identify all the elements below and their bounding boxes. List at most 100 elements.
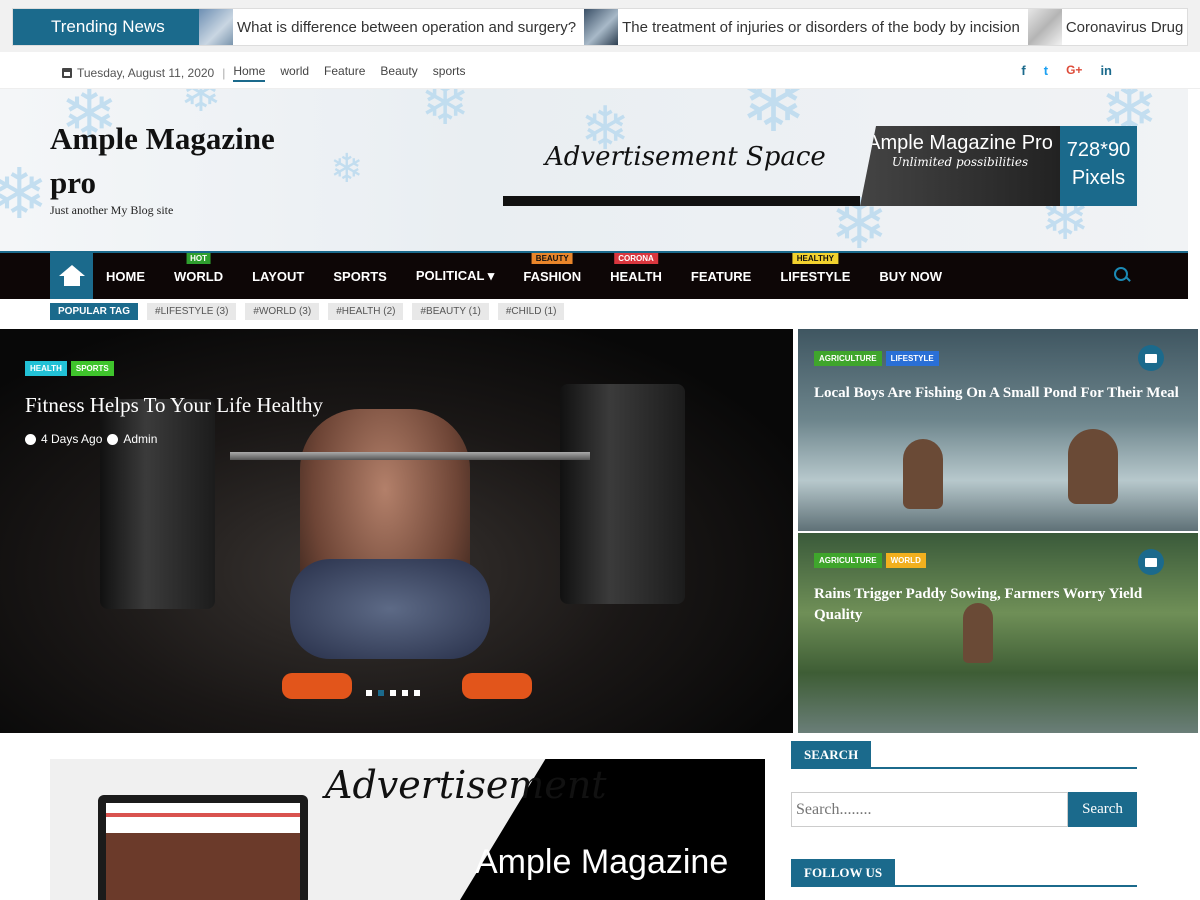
trending-item-text[interactable]: What is difference between operation and… [237, 19, 576, 36]
hero-image-plate [560, 384, 685, 604]
top-link-beauty[interactable]: Beauty [380, 64, 417, 82]
nav-item-label: HEALTH [610, 268, 662, 284]
nav-item-buy-now[interactable]: BUY NOW [879, 269, 942, 284]
side-card[interactable]: AGRICULTURE WORLD Rains Trigger Paddy So… [798, 533, 1198, 733]
trending-thumbnail[interactable] [1027, 9, 1062, 45]
nav-item-label: POLITICAL ▾ [415, 268, 495, 283]
ad-underline [503, 196, 860, 206]
trending-thumbnail[interactable] [199, 9, 233, 45]
nav-item-label: LIFESTYLE [780, 268, 851, 284]
category-badge-sports[interactable]: SPORTS [70, 361, 114, 376]
home-icon [58, 265, 85, 287]
trending-item[interactable]: What is difference between operation and… [199, 9, 584, 45]
ad-laptop-screen [106, 803, 300, 900]
post-author[interactable]: Admin [123, 432, 157, 446]
nav-item-political[interactable]: POLITICAL ▾ [416, 268, 495, 284]
category-badge-agriculture[interactable]: AGRICULTURE [814, 351, 882, 366]
nav-item-layout[interactable]: LAYOUT [252, 269, 304, 284]
nav-item-label: SPORTS [333, 268, 387, 284]
slider-dot[interactable] [378, 690, 384, 696]
site-tagline: Just another My Blog site [50, 203, 174, 217]
content-advertisement[interactable]: Advertisement Ample Magazine [50, 759, 765, 900]
ad-slogan: Unlimited possibilities [891, 155, 1029, 169]
nav-item-label: FASHION [523, 268, 582, 284]
snowflake-decoration: ❄ [420, 89, 471, 137]
slider-dot[interactable] [402, 690, 408, 696]
popular-tags: POPULAR TAG #LIFESTYLE (3) #WORLD (3) #H… [50, 303, 565, 320]
trending-item[interactable]: Coronavirus Drug [1027, 9, 1187, 45]
search-widget-title: SEARCH [791, 741, 872, 769]
tag-beauty[interactable]: #BEAUTY (1) [412, 303, 489, 320]
ad-brand: Ample Magazine Pro [867, 132, 1053, 154]
hero-image-barbell [230, 452, 590, 460]
image-icon-glyph [1145, 353, 1157, 363]
nav-item-lifestyle[interactable]: LIFESTYLE HEALTHY [780, 252, 851, 284]
home-button[interactable] [50, 253, 93, 299]
ad-brand: Ample Magazine [475, 843, 729, 881]
ad-script-area: Advertisement Space [503, 126, 860, 206]
card-categories: AGRICULTURE LIFESTYLE [814, 351, 939, 366]
search-icon[interactable] [1114, 267, 1130, 283]
trending-item-text[interactable]: The treatment of injuries or disorders o… [622, 19, 1020, 36]
top-link-feature[interactable]: Feature [324, 64, 365, 82]
site-header: ❄ ❄ ❄ ❄ ❄ ❄ ❄ ❄ ❄ ❄ Ample Magazine pro J… [0, 89, 1188, 251]
hero-image-shorts [290, 559, 490, 659]
search-button[interactable]: Search [1068, 792, 1137, 827]
facebook-icon[interactable]: f [1021, 63, 1025, 78]
top-link-home[interactable]: Home [233, 64, 266, 82]
nav-badge: HOT [186, 252, 211, 264]
category-badge-world[interactable]: WORLD [885, 553, 926, 568]
main-navigation: HOME WORLD HOT LAYOUT SPORTS POLITICAL ▾ FASHI… [0, 251, 1188, 299]
video-icon [1138, 549, 1164, 575]
twitter-icon[interactable]: t [1044, 63, 1048, 78]
nav-item-sports[interactable]: SPORTS [333, 269, 386, 284]
hero-image-shoe [282, 673, 352, 699]
top-link-world[interactable]: world [280, 64, 309, 82]
hero-image-shoe [462, 673, 532, 699]
hero-title[interactable]: Fitness Helps To Your Life Healthy [25, 393, 323, 418]
search-input[interactable] [791, 792, 1068, 827]
category-badge-health[interactable]: HEALTH [25, 361, 67, 376]
card-title[interactable]: Rains Trigger Paddy Sowing, Farmers Worr… [814, 584, 1184, 626]
slider-dot[interactable] [366, 690, 372, 696]
nav-item-world[interactable]: WORLD HOT [174, 252, 223, 284]
nav-item-health[interactable]: HEALTH CORONA [610, 252, 662, 284]
tag-lifestyle[interactable]: #LIFESTYLE (3) [147, 303, 237, 320]
hero-meta: 4 Days Ago Admin [25, 432, 157, 446]
follow-widget-header: FOLLOW US [791, 859, 1137, 887]
linkedin-icon[interactable]: in [1100, 63, 1112, 78]
google-plus-icon[interactable]: G+ [1066, 63, 1082, 78]
category-badge-agriculture[interactable]: AGRICULTURE [814, 553, 882, 568]
top-bar: Tuesday, August 11, 2020 | Home world Fe… [0, 52, 1200, 89]
tag-world[interactable]: #WORLD (3) [245, 303, 320, 320]
search-form: Search [791, 792, 1137, 827]
tag-child[interactable]: #CHILD (1) [497, 303, 565, 320]
card-image-figure [903, 439, 943, 509]
nav-item-feature[interactable]: FEATURE [691, 269, 751, 284]
trending-item[interactable]: The treatment of injuries or disorders o… [584, 9, 1028, 45]
post-time[interactable]: 4 Days Ago [41, 432, 102, 446]
hero-image-plate [100, 399, 215, 609]
site-title[interactable]: Ample Magazine pro [50, 117, 290, 205]
side-card[interactable]: AGRICULTURE LIFESTYLE Local Boys Are Fis… [798, 329, 1198, 531]
top-link-sports[interactable]: sports [433, 64, 466, 82]
date-display: Tuesday, August 11, 2020 | Home world Fe… [62, 64, 465, 82]
trending-item-text[interactable]: Coronavirus Drug [1066, 19, 1184, 36]
snowflake-decoration: ❄ [180, 89, 222, 122]
nav-item-fashion[interactable]: FASHION BEAUTY [523, 252, 582, 284]
header-advertisement[interactable]: Advertisement Space Ample Magazine Pro U… [503, 126, 1137, 206]
category-badge-lifestyle[interactable]: LIFESTYLE [885, 351, 939, 366]
nav-item-home[interactable]: HOME [106, 269, 145, 284]
slider-dot[interactable] [390, 690, 396, 696]
slider-dot[interactable] [414, 690, 420, 696]
hero-slider[interactable]: HEALTH SPORTS Fitness Helps To Your Life… [0, 329, 793, 733]
popular-tag-label: POPULAR TAG [50, 303, 139, 320]
card-title[interactable]: Local Boys Are Fishing On A Small Pond F… [814, 383, 1184, 404]
trending-thumbnail[interactable] [584, 9, 619, 45]
tag-health[interactable]: #HEALTH (2) [328, 303, 404, 320]
nav-item-label: LAYOUT [252, 268, 305, 284]
follow-widget-title: FOLLOW US [791, 859, 896, 887]
social-links: f t G+ in [1021, 63, 1112, 78]
current-date: Tuesday, August 11, 2020 [77, 66, 215, 80]
card-image-figure [1068, 429, 1118, 504]
